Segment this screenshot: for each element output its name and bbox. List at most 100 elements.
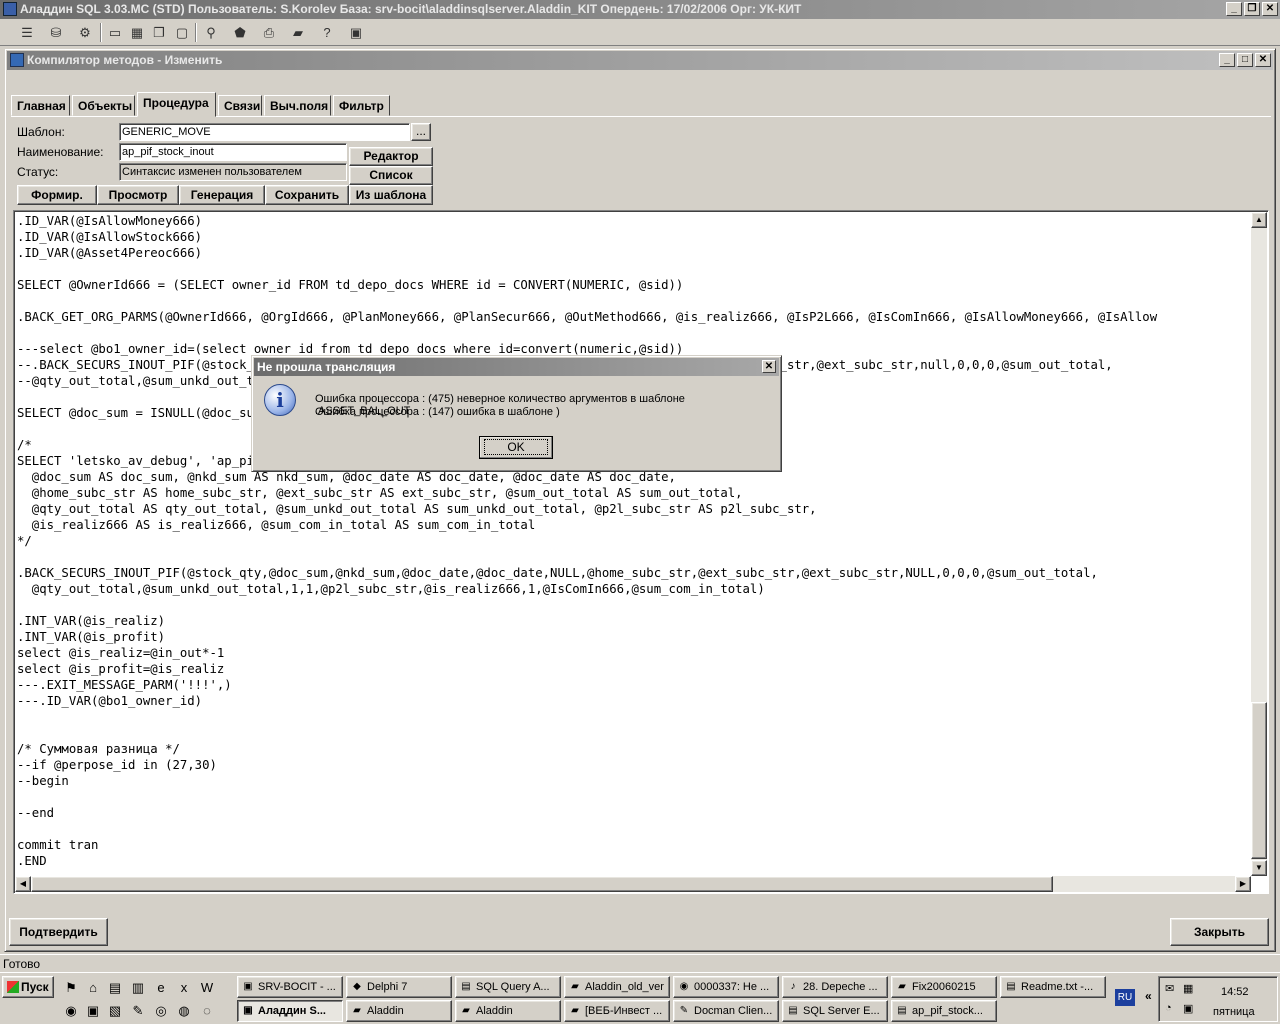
from-template-button[interactable]: Из шаблона — [349, 185, 433, 205]
start-button[interactable]: Пуск — [2, 976, 54, 998]
print-icon[interactable]: ⎙ — [258, 22, 280, 44]
scroll-left-button[interactable]: ◀ — [15, 876, 31, 892]
quicklaunch-app-icon[interactable]: ▥ — [129, 979, 147, 997]
cascade-icon[interactable]: ❐ — [148, 22, 170, 44]
quicklaunch-browser-icon[interactable]: e — [152, 979, 170, 997]
tab-links[interactable]: Связи — [218, 95, 262, 116]
arrange-icon[interactable]: ▢ — [171, 22, 193, 44]
mail-icon[interactable]: ✉ — [1165, 982, 1174, 995]
clock-tray-icon[interactable]: ◔ — [1165, 1002, 1172, 1014]
save-button[interactable]: Сохранить — [265, 185, 349, 205]
code-line[interactable]: @qty_out_total AS qty_out_total, @sum_un… — [17, 501, 1251, 517]
close-app-button[interactable]: ✕ — [1262, 2, 1278, 16]
taskbar-button[interactable]: ♪ 28. Depeche ... — [782, 976, 888, 998]
dialog-close-button[interactable]: ✕ — [762, 360, 776, 373]
code-line[interactable]: @home_subc_str AS home_subc_str, @ext_su… — [17, 485, 1251, 501]
exit-icon[interactable]: ▣ — [345, 22, 367, 44]
code-line[interactable]: @is_realiz666 AS is_realiz666, @sum_com_… — [17, 517, 1251, 533]
code-line[interactable]: .ID_VAR(@Asset4Pereoc666) — [17, 245, 1251, 261]
generate-button[interactable]: Генерация — [179, 185, 265, 205]
code-line[interactable]: */ — [17, 533, 1251, 549]
taskbar-button[interactable]: ◉ 0000337: Не ... — [673, 976, 779, 998]
binoculars-icon[interactable]: ⚲ — [200, 22, 222, 44]
quicklaunch-app-icon[interactable]: ⌂ — [84, 979, 102, 997]
code-editor[interactable]: .ID_VAR(@IsAllowMoney666) .ID_VAR(@IsAllo… — [13, 210, 1269, 894]
taskbar-button[interactable]: ▤ Readme.txt -... — [1000, 976, 1106, 998]
quicklaunch-app-icon[interactable]: ◍ — [175, 1002, 193, 1020]
quicklaunch-app-icon[interactable]: ⚑ — [62, 979, 80, 997]
app-titlebar[interactable]: Аладдин SQL 3.03.MC (STD) Пользователь: … — [0, 0, 1280, 19]
code-line[interactable]: --if @perpose_id in (27,30) — [17, 757, 1251, 773]
vertical-scroll-thumb[interactable] — [1251, 702, 1267, 859]
tab-objects[interactable]: Объекты — [72, 95, 135, 116]
taskbar-button[interactable]: ▰ Aladdin — [346, 1000, 452, 1022]
tile-icon[interactable]: ▦ — [126, 22, 148, 44]
taskbar-button[interactable]: ▤ SQL Query A... — [455, 976, 561, 998]
code-line[interactable]: ---.EXIT_MESSAGE_PARM('!!!',) — [17, 677, 1251, 693]
quicklaunch-app-icon[interactable]: ▣ — [84, 1002, 102, 1020]
code-line[interactable]: .BACK_SECURS_INOUT_PIF(@stock_qty,@doc_s… — [17, 565, 1251, 581]
code-line[interactable] — [17, 789, 1251, 805]
taskbar-button[interactable]: ▣ SRV-BOCIT - ... — [237, 976, 343, 998]
taskbar-button[interactable]: ✎ Docman Clien... — [673, 1000, 779, 1022]
form-button[interactable]: Формир. — [17, 185, 97, 205]
tab-computed-fields[interactable]: Выч.поля — [264, 95, 331, 116]
scroll-up-button[interactable]: ▲ — [1251, 212, 1267, 228]
taskbar-button[interactable]: ▰ Fix20060215 — [891, 976, 997, 998]
code-line[interactable]: select @is_profit=@is_realiz — [17, 661, 1251, 677]
scroll-right-button[interactable]: ▶ — [1235, 876, 1251, 892]
cylinder-icon[interactable]: ⛁ — [45, 22, 67, 44]
template-field[interactable]: GENERIC_MOVE — [119, 123, 410, 141]
taskbar-button-active[interactable]: ▣ Аладдин S... — [237, 1000, 343, 1022]
quicklaunch-app-icon[interactable]: ✎ — [129, 1002, 147, 1020]
tray-expand-icon[interactable]: « — [1145, 989, 1152, 1003]
confirm-button[interactable]: Подтвердить — [9, 918, 108, 946]
code-line[interactable] — [17, 293, 1251, 309]
scroll-down-button[interactable]: ▼ — [1251, 860, 1267, 876]
code-line[interactable]: --end — [17, 805, 1251, 821]
code-line[interactable]: ---.ID_VAR(@bo1_owner_id) — [17, 693, 1251, 709]
quicklaunch-excel-icon[interactable]: x — [175, 979, 193, 997]
tab-main[interactable]: Главная — [11, 95, 70, 116]
code-line[interactable] — [17, 261, 1251, 277]
taskbar-button[interactable]: ▰ Aladdin — [455, 1000, 561, 1022]
network-icon[interactable]: ▦ — [1183, 982, 1193, 995]
name-field[interactable]: ap_pif_stock_inout — [119, 143, 347, 161]
quicklaunch-app-icon[interactable]: ▤ — [106, 979, 124, 997]
child-close-button[interactable]: ✕ — [1255, 53, 1271, 67]
language-indicator[interactable]: RU — [1115, 989, 1135, 1006]
quicklaunch-app-icon[interactable]: ▧ — [106, 1002, 124, 1020]
code-line[interactable]: .ID_VAR(@IsAllowStock666) — [17, 229, 1251, 245]
tree-icon[interactable]: ⚙ — [74, 22, 96, 44]
tab-filter[interactable]: Фильтр — [333, 95, 390, 116]
code-text[interactable]: .ID_VAR(@IsAllowMoney666) .ID_VAR(@IsAllo… — [17, 213, 1251, 871]
code-line[interactable] — [17, 597, 1251, 613]
quicklaunch-word-icon[interactable]: W — [198, 979, 216, 997]
code-line[interactable] — [17, 821, 1251, 837]
code-line[interactable]: .INT_VAR(@is_realiz) — [17, 613, 1251, 629]
code-line[interactable]: commit tran — [17, 837, 1251, 853]
code-line[interactable]: .INT_VAR(@is_profit) — [17, 629, 1251, 645]
help-icon[interactable]: ? — [316, 22, 338, 44]
taskbar-button[interactable]: ▰ Aladdin_old_ver — [564, 976, 670, 998]
code-line[interactable]: --begin — [17, 773, 1251, 789]
ok-button[interactable]: OK — [479, 436, 553, 459]
child-minimize-button[interactable]: _ — [1219, 53, 1235, 67]
list-button[interactable]: Список — [349, 166, 433, 185]
list-icon[interactable]: ☰ — [16, 22, 38, 44]
quicklaunch-firefox-icon[interactable]: ◉ — [62, 1002, 80, 1020]
taskbar-button[interactable]: ◆ Delphi 7 — [346, 976, 452, 998]
minimize-button[interactable]: _ — [1226, 2, 1242, 16]
code-line[interactable]: .END — [17, 853, 1251, 869]
code-line[interactable] — [17, 725, 1251, 741]
vertical-scrollbar[interactable]: ▲ ▼ — [1251, 212, 1267, 876]
code-line[interactable] — [17, 549, 1251, 565]
preview-button[interactable]: Просмотр — [97, 185, 179, 205]
editor-button[interactable]: Редактор — [349, 147, 433, 166]
folder-icon[interactable]: ▰ — [287, 22, 309, 44]
window-icon[interactable]: ▭ — [104, 22, 126, 44]
dialog-titlebar[interactable]: Не прошла трансляция ✕ — [254, 358, 779, 376]
code-line[interactable]: select @is_realiz=@in_out*-1 — [17, 645, 1251, 661]
horizontal-scroll-thumb[interactable] — [31, 876, 1053, 892]
horizontal-scrollbar[interactable]: ◀ ▶ — [15, 876, 1251, 892]
